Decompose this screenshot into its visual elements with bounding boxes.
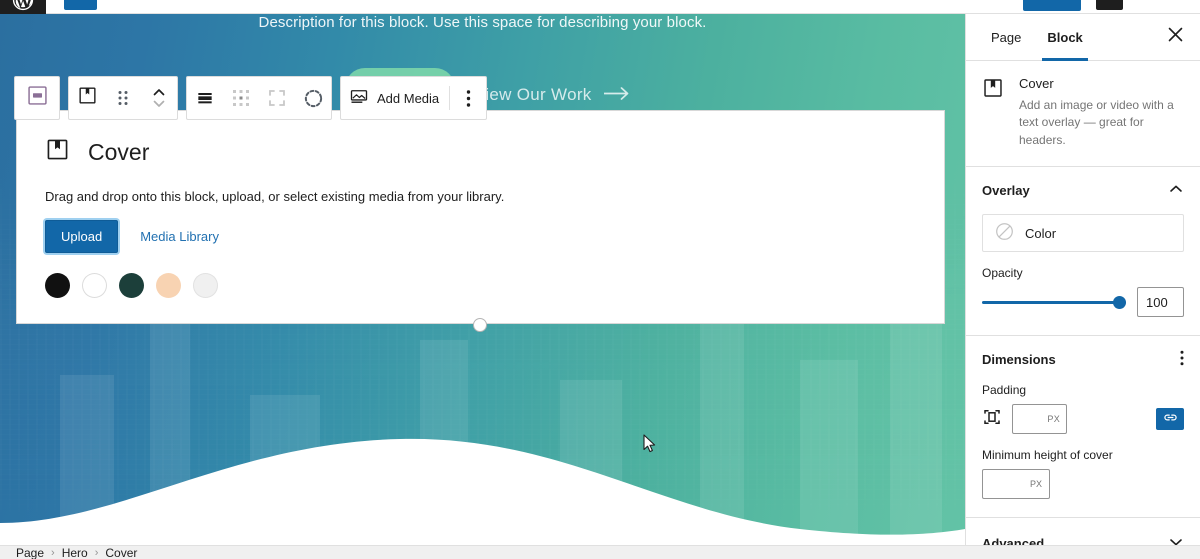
dimensions-section: Dimensions Padding PX Minimum height of …	[966, 336, 1200, 519]
overlay-color-label: Color	[1025, 225, 1057, 241]
placeholder-actions: Upload Media Library	[45, 220, 916, 253]
dimensions-section-header: Dimensions	[982, 350, 1184, 369]
tab-page[interactable]: Page	[978, 14, 1034, 60]
fullscreen-icon[interactable]	[259, 77, 295, 119]
admin-toolbar	[0, 0, 1200, 14]
breadcrumb-separator: ›	[94, 546, 99, 559]
media-group: Add Media	[340, 76, 488, 120]
cover-block-icon	[45, 137, 70, 168]
padding-sides-icon[interactable]	[982, 407, 1002, 432]
color-swatch-list	[45, 273, 916, 298]
overlay-color-row[interactable]: Color	[982, 214, 1184, 253]
add-media-icon	[349, 87, 369, 110]
placeholder-title: Cover	[88, 139, 150, 165]
overlay-section-header[interactable]: Overlay	[982, 181, 1184, 200]
options-button[interactable]	[1096, 0, 1123, 10]
breadcrumb: Page › Hero › Cover	[0, 545, 1200, 559]
sidebar-block-description: Add an image or video with a text overla…	[1019, 98, 1174, 147]
block-icon-button[interactable]	[69, 77, 105, 119]
link-sides-button[interactable]	[1156, 408, 1184, 431]
chevron-down-icon	[1168, 534, 1184, 545]
add-media-button[interactable]: Add Media	[341, 77, 449, 119]
wordpress-logo-icon[interactable]	[0, 0, 46, 14]
tab-page-label: Page	[991, 29, 1022, 45]
tab-block[interactable]: Block	[1034, 14, 1095, 61]
hero-cta-link[interactable]: View Our Work	[474, 85, 630, 105]
placeholder-instructions: Drag and drop onto this block, upload, o…	[45, 189, 505, 204]
upload-button[interactable]: Upload	[45, 220, 119, 253]
link-sides-icon	[1163, 410, 1178, 428]
breadcrumb-item-cover[interactable]: Cover	[105, 546, 137, 559]
color-swatch-peach[interactable]	[156, 273, 181, 298]
advanced-section-title: Advanced	[982, 536, 1045, 545]
grid-center-icon[interactable]	[223, 77, 259, 119]
publish-button[interactable]	[1023, 0, 1081, 11]
move-updown-icon[interactable]	[141, 77, 177, 119]
overlay-section-title: Overlay	[982, 183, 1030, 199]
close-sidebar-button[interactable]	[1160, 22, 1190, 52]
arrow-right-icon	[602, 85, 630, 105]
min-height-unit: PX	[1029, 479, 1042, 490]
cover-block-placeholder[interactable]: Cover Drag and drop onto this block, upl…	[16, 110, 945, 324]
advanced-section-header[interactable]: Advanced	[982, 534, 1184, 545]
block-move-group	[68, 76, 178, 120]
breadcrumb-separator: ›	[51, 546, 55, 559]
sidebar-block-title: Cover	[1019, 76, 1054, 91]
add-media-label: Add Media	[377, 90, 440, 106]
block-settings-sidebar: Page Block Cover Add an image or video w…	[965, 14, 1200, 545]
advanced-section: Advanced	[966, 518, 1200, 545]
block-type-switcher-button[interactable]	[15, 77, 59, 119]
sidebar-tabs: Page Block	[966, 14, 1200, 61]
opacity-control	[982, 287, 1184, 318]
cover-block-icon	[77, 85, 98, 111]
align-full-icon[interactable]	[187, 77, 223, 119]
close-icon	[1168, 27, 1183, 47]
hero-cta-label: View Our Work	[474, 85, 592, 104]
opacity-label: Opacity	[982, 266, 1023, 281]
placeholder-title-row: Cover	[45, 137, 916, 168]
block-type-group	[14, 76, 60, 120]
opacity-slider[interactable]	[982, 292, 1126, 312]
padding-label: Padding	[982, 383, 1027, 398]
drag-handle-icon[interactable]	[105, 77, 141, 119]
editor-root: Description for this block. Use this spa…	[0, 0, 1200, 559]
chevron-up-icon	[1168, 181, 1184, 200]
opacity-input[interactable]	[1137, 287, 1184, 318]
padding-unit: PX	[1047, 414, 1060, 425]
topbar-primary-button[interactable]	[64, 0, 97, 10]
tab-block-label: Block	[1047, 29, 1083, 45]
min-height-label: Minimum height of cover	[982, 448, 1113, 463]
resize-handle[interactable]	[473, 318, 487, 332]
min-height-input-wrapper[interactable]: PX	[982, 469, 1050, 500]
mouse-cursor	[643, 434, 656, 453]
padding-input-wrapper[interactable]: PX	[1012, 404, 1067, 435]
sidebar-block-card: Cover Add an image or video with a text …	[966, 61, 1200, 168]
media-library-link[interactable]: Media Library	[140, 229, 219, 244]
color-swatch-black[interactable]	[45, 273, 70, 298]
block-toolbar[interactable]: Add Media	[14, 76, 488, 120]
opacity-slider-thumb[interactable]	[1113, 296, 1126, 310]
breadcrumb-item-page[interactable]: Page	[16, 546, 44, 559]
breadcrumb-item-hero[interactable]: Hero	[62, 546, 88, 559]
padding-control: PX	[982, 404, 1184, 435]
color-swatch-dark-teal[interactable]	[119, 273, 144, 298]
opacity-slider-track	[982, 301, 1126, 305]
dimensions-section-title: Dimensions	[982, 352, 1056, 368]
block-format-group	[186, 76, 332, 120]
sidebar-block-text: Cover Add an image or video with a text …	[1019, 76, 1184, 149]
color-swatch-white[interactable]	[82, 273, 107, 298]
wave-divider-shape	[0, 438, 965, 545]
kebab-menu-icon[interactable]	[450, 77, 486, 119]
cover-block-icon	[982, 76, 1006, 149]
no-color-icon	[995, 222, 1014, 244]
color-swatch-light-gray[interactable]	[193, 273, 218, 298]
overlay-section: Overlay Color Opacity	[966, 167, 1200, 337]
kebab-menu-icon[interactable]	[1180, 350, 1184, 369]
duotone-filter-icon[interactable]	[295, 77, 331, 119]
hero-description-text: Description for this block. Use this spa…	[258, 14, 707, 31]
cover-block-icon	[26, 84, 49, 112]
